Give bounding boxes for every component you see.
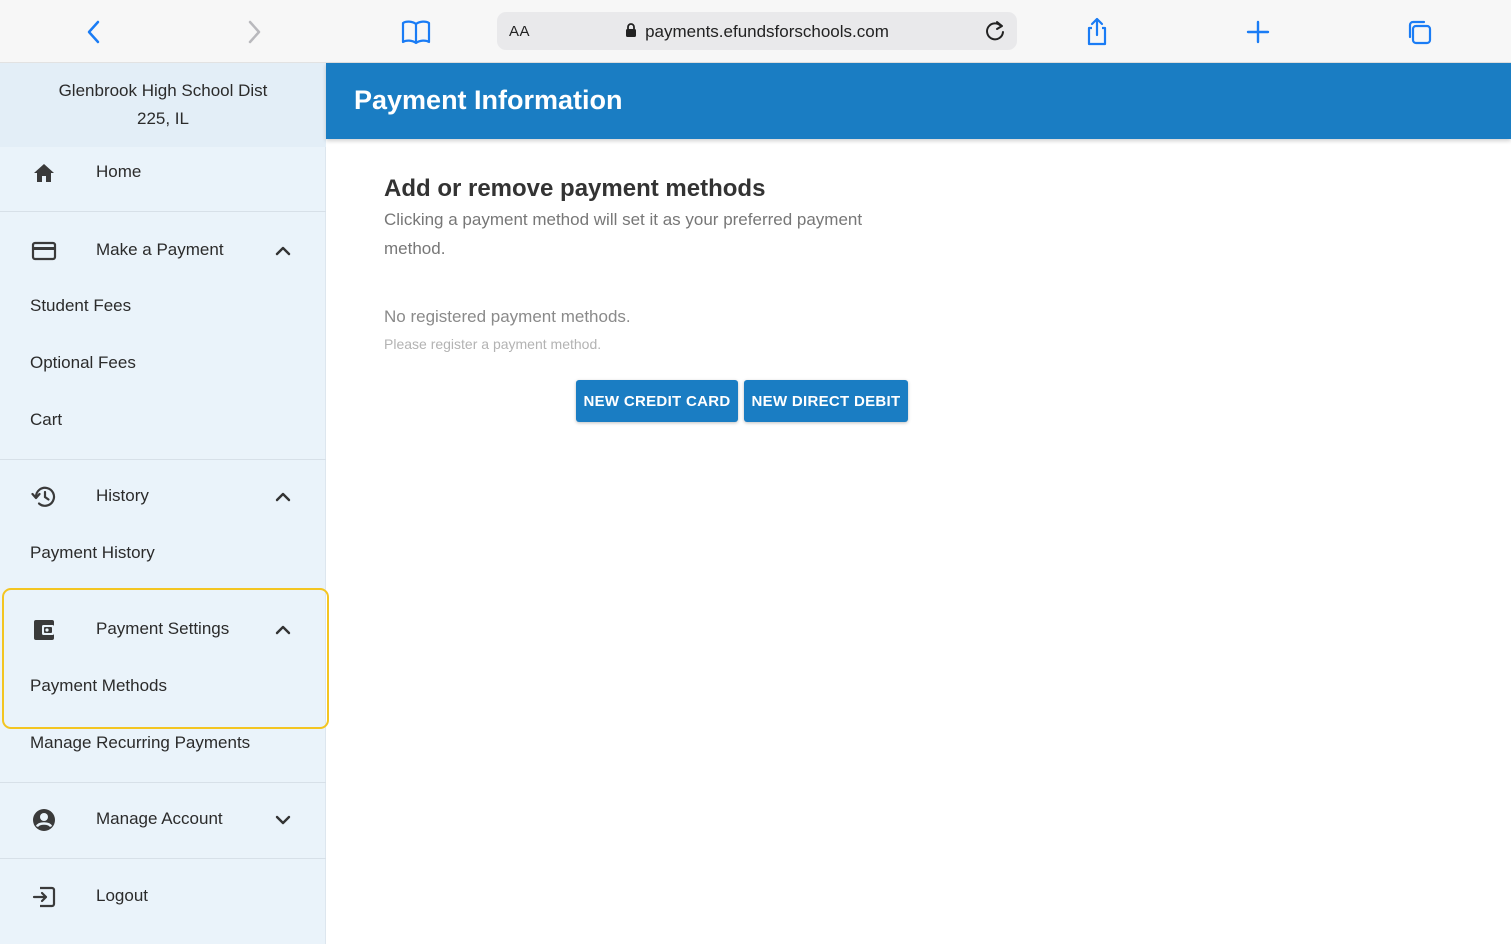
chevron-down-icon[interactable] bbox=[272, 810, 294, 830]
new-credit-card-button[interactable]: NEW CREDIT CARD bbox=[576, 380, 738, 422]
sidebar-item-history[interactable]: History bbox=[0, 469, 326, 525]
sidebar-item-label: History bbox=[96, 486, 149, 505]
divider bbox=[0, 858, 326, 859]
new-tab-icon[interactable] bbox=[1240, 14, 1276, 50]
credit-card-icon bbox=[30, 238, 58, 264]
url-text: payments.efundsforschools.com bbox=[645, 22, 889, 41]
section-description: Clicking a payment method will set it as… bbox=[384, 210, 863, 258]
new-direct-debit-button[interactable]: NEW DIRECT DEBIT bbox=[744, 380, 908, 422]
browser-toolbar: AA payments.efundsforschools.com bbox=[0, 0, 1511, 63]
chevron-up-icon[interactable] bbox=[272, 241, 294, 261]
back-icon[interactable] bbox=[76, 14, 112, 50]
empty-state-subtitle: Please register a payment method. bbox=[384, 336, 602, 352]
sidebar-subitem-cart[interactable]: Cart bbox=[30, 410, 62, 430]
address-bar[interactable]: AA payments.efundsforschools.com bbox=[497, 12, 1017, 50]
sidebar-subitem-student-fees[interactable]: Student Fees bbox=[30, 296, 131, 316]
divider bbox=[0, 459, 326, 460]
sidebar-item-label: Make a Payment bbox=[96, 240, 224, 259]
sidebar-item-manage-account[interactable]: Manage Account bbox=[0, 792, 326, 848]
lock-icon bbox=[625, 23, 637, 43]
sidebar-item-label: Manage Account bbox=[96, 809, 223, 828]
url-display[interactable]: payments.efundsforschools.com bbox=[497, 22, 1017, 43]
section-title: Add or remove payment methods bbox=[384, 175, 766, 202]
sidebar-item-home[interactable]: Home bbox=[0, 145, 326, 201]
home-icon bbox=[30, 160, 58, 186]
page-title: Payment Information bbox=[354, 85, 623, 115]
sidebar-item-make-payment[interactable]: Make a Payment bbox=[0, 223, 326, 279]
empty-state-title: No registered payment methods. bbox=[384, 307, 631, 326]
divider bbox=[0, 211, 326, 212]
sidebar-item-label: Home bbox=[96, 162, 142, 181]
sidebar-subitem-payment-history[interactable]: Payment History bbox=[30, 543, 155, 563]
sidebar-item-logout[interactable]: Logout bbox=[0, 869, 326, 925]
sidebar: Glenbrook High School Dist 225, IL Home … bbox=[0, 63, 329, 944]
logout-icon bbox=[30, 884, 58, 910]
bookmarks-icon[interactable] bbox=[398, 14, 434, 50]
page-header: Payment Information bbox=[326, 63, 1511, 139]
chevron-up-icon[interactable] bbox=[272, 487, 294, 507]
sidebar-subitem-optional-fees[interactable]: Optional Fees bbox=[30, 353, 136, 373]
divider bbox=[0, 782, 326, 783]
account-circle-icon bbox=[30, 807, 58, 833]
reload-icon[interactable] bbox=[979, 15, 1011, 47]
tabs-icon[interactable] bbox=[1401, 14, 1437, 50]
forward-icon[interactable] bbox=[236, 14, 272, 50]
sidebar-item-label: Logout bbox=[96, 886, 148, 905]
sidebar-subitem-manage-recurring[interactable]: Manage Recurring Payments bbox=[30, 733, 250, 753]
payment-settings-highlight bbox=[2, 588, 329, 729]
history-icon bbox=[30, 484, 58, 510]
school-name: Glenbrook High School Dist 225, IL bbox=[0, 63, 326, 147]
share-icon[interactable] bbox=[1079, 14, 1115, 50]
